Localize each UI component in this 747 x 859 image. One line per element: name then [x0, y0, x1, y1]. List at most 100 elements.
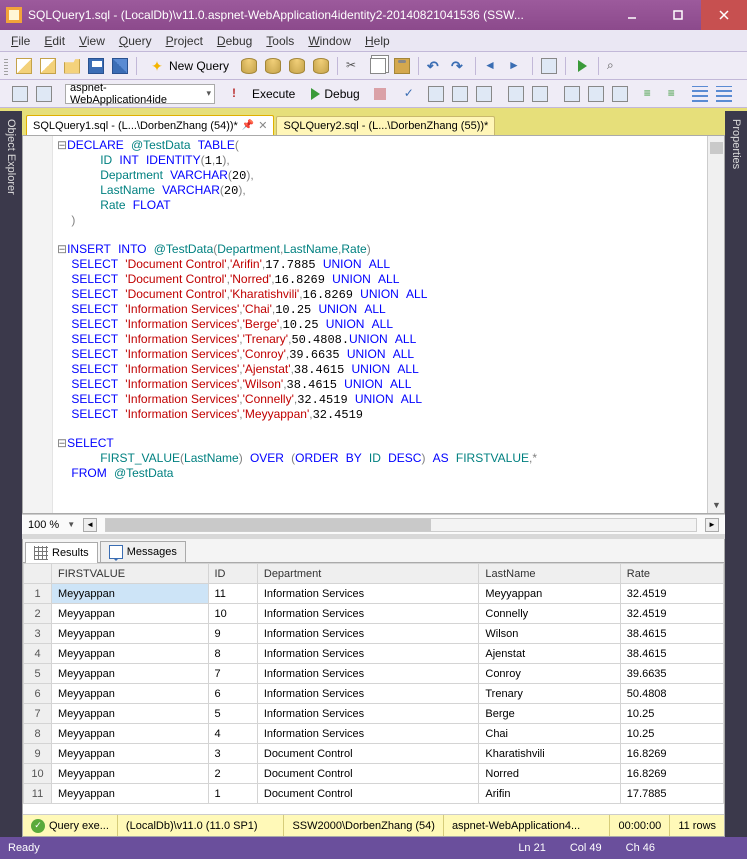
find-combo-button[interactable]: ⌕: [604, 55, 626, 77]
menu-help[interactable]: Help: [358, 32, 397, 50]
cell[interactable]: Meyyappan: [52, 584, 209, 604]
decrease-indent-button[interactable]: [689, 83, 711, 105]
cell[interactable]: Meyyappan: [52, 704, 209, 724]
cell[interactable]: 1: [208, 784, 257, 804]
sql-editor[interactable]: ⊟DECLARE @TestData TABLE( ID INT IDENTIT…: [22, 135, 725, 514]
close-icon[interactable]: ✕: [258, 119, 267, 132]
pin-icon[interactable]: 📌: [242, 120, 254, 131]
increase-indent-button[interactable]: [713, 83, 735, 105]
open-button[interactable]: [61, 55, 83, 77]
cell[interactable]: 32.4519: [620, 584, 723, 604]
save-all-button[interactable]: [109, 55, 131, 77]
table-row[interactable]: 3Meyyappan9Information ServicesWilson38.…: [24, 624, 724, 644]
nav-fwd-button[interactable]: ►: [505, 55, 527, 77]
table-row[interactable]: 8Meyyappan4Information ServicesChai10.25: [24, 724, 724, 744]
row-header-corner[interactable]: [24, 564, 52, 584]
query-options-button[interactable]: [449, 83, 471, 105]
row-number[interactable]: 10: [24, 764, 52, 784]
cell[interactable]: 7: [208, 664, 257, 684]
cell[interactable]: Meyyappan: [52, 744, 209, 764]
tab-messages[interactable]: Messages: [100, 541, 186, 562]
uncomment-button[interactable]: ≡: [665, 83, 687, 105]
cell[interactable]: Information Services: [257, 584, 479, 604]
maximize-button[interactable]: [655, 0, 701, 30]
execute-button[interactable]: ! Execute: [225, 83, 302, 105]
menu-tools[interactable]: Tools: [259, 32, 301, 50]
include-plan-button[interactable]: [505, 83, 527, 105]
results-grid-button[interactable]: [585, 83, 607, 105]
row-number[interactable]: 8: [24, 724, 52, 744]
scroll-thumb[interactable]: [106, 519, 430, 531]
debug-button[interactable]: Debug: [304, 83, 366, 105]
cell[interactable]: Meyyappan: [52, 684, 209, 704]
scroll-right-icon[interactable]: ►: [705, 518, 719, 532]
cell[interactable]: Meyyappan: [52, 784, 209, 804]
include-stats-button[interactable]: [529, 83, 551, 105]
cell[interactable]: Wilson: [479, 624, 620, 644]
connect-button[interactable]: [9, 83, 31, 105]
redo-button[interactable]: ↷: [448, 55, 470, 77]
code-content[interactable]: ⊟DECLARE @TestData TABLE( ID INT IDENTIT…: [53, 136, 707, 513]
row-number[interactable]: 2: [24, 604, 52, 624]
cell[interactable]: 6: [208, 684, 257, 704]
copy-button[interactable]: [367, 55, 389, 77]
new-project-button[interactable]: [13, 55, 35, 77]
column-header[interactable]: Rate: [620, 564, 723, 584]
menu-file[interactable]: File: [4, 32, 37, 50]
row-number[interactable]: 7: [24, 704, 52, 724]
estimated-plan-button[interactable]: [425, 83, 447, 105]
row-number[interactable]: 5: [24, 664, 52, 684]
cell[interactable]: Chai: [479, 724, 620, 744]
menu-window[interactable]: Window: [301, 32, 358, 50]
row-number[interactable]: 1: [24, 584, 52, 604]
tab-results[interactable]: Results: [25, 542, 98, 563]
zoom-level[interactable]: 100 %: [28, 519, 59, 531]
analysis-query-button[interactable]: [262, 55, 284, 77]
activity-button[interactable]: [538, 55, 560, 77]
cell[interactable]: 16.8269: [620, 764, 723, 784]
cell[interactable]: Information Services: [257, 724, 479, 744]
column-header[interactable]: FIRSTVALUE: [52, 564, 209, 584]
table-row[interactable]: 2Meyyappan10Information ServicesConnelly…: [24, 604, 724, 624]
nav-back-button[interactable]: ◄: [481, 55, 503, 77]
close-button[interactable]: [701, 0, 747, 30]
table-row[interactable]: 6Meyyappan6Information ServicesTrenary50…: [24, 684, 724, 704]
cell[interactable]: Information Services: [257, 644, 479, 664]
row-number[interactable]: 3: [24, 624, 52, 644]
cell[interactable]: 8: [208, 644, 257, 664]
scroll-left-icon[interactable]: ◄: [83, 518, 97, 532]
parse-button[interactable]: ✓: [401, 83, 423, 105]
mdx-query-button[interactable]: [286, 55, 308, 77]
cell[interactable]: 38.4615: [620, 624, 723, 644]
menu-view[interactable]: View: [72, 32, 112, 50]
table-row[interactable]: 1Meyyappan11Information ServicesMeyyappa…: [24, 584, 724, 604]
cell[interactable]: 17.7885: [620, 784, 723, 804]
cell[interactable]: Meyyappan: [52, 604, 209, 624]
cell[interactable]: Meyyappan: [52, 664, 209, 684]
cell[interactable]: Ajenstat: [479, 644, 620, 664]
cell[interactable]: Information Services: [257, 664, 479, 684]
scroll-thumb[interactable]: [710, 142, 723, 154]
cell[interactable]: Document Control: [257, 764, 479, 784]
save-button[interactable]: [85, 55, 107, 77]
undo-button[interactable]: ↶: [424, 55, 446, 77]
cell[interactable]: Conroy: [479, 664, 620, 684]
comment-button[interactable]: ≡: [641, 83, 663, 105]
cell[interactable]: Information Services: [257, 704, 479, 724]
table-row[interactable]: 7Meyyappan5Information ServicesBerge10.2…: [24, 704, 724, 724]
vertical-scrollbar[interactable]: ▲ ▼: [707, 136, 724, 513]
cell[interactable]: Document Control: [257, 784, 479, 804]
cell[interactable]: 3: [208, 744, 257, 764]
cell[interactable]: 5: [208, 704, 257, 724]
cut-button[interactable]: ✂: [343, 55, 365, 77]
cell[interactable]: Kharatishvili: [479, 744, 620, 764]
cell[interactable]: Information Services: [257, 624, 479, 644]
menu-edit[interactable]: Edit: [37, 32, 72, 50]
new-query-button[interactable]: ✦ New Query: [142, 55, 236, 77]
db-engine-query-button[interactable]: [238, 55, 260, 77]
cell[interactable]: Norred: [479, 764, 620, 784]
properties-tab[interactable]: Properties: [725, 111, 747, 837]
cell[interactable]: 4: [208, 724, 257, 744]
results-file-button[interactable]: [609, 83, 631, 105]
object-explorer-tab[interactable]: Object Explorer: [0, 111, 22, 837]
